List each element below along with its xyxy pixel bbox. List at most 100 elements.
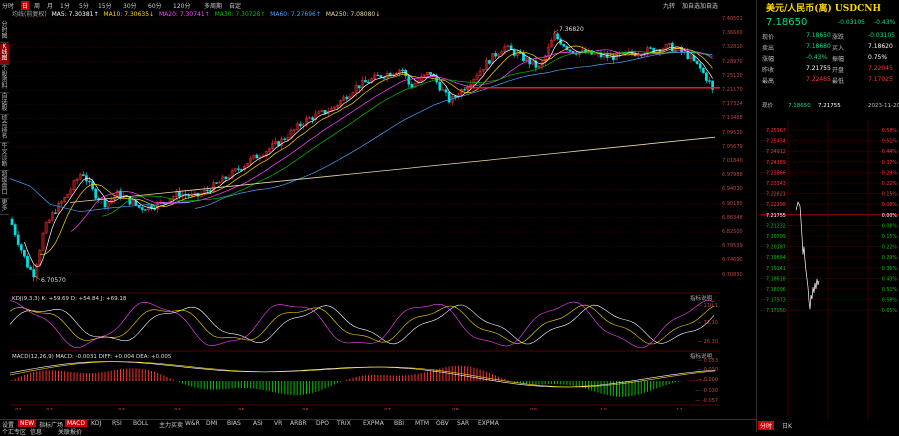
mini-right-tick: 0.00% bbox=[882, 213, 898, 219]
candle-body bbox=[379, 75, 383, 78]
price-tick: 6.74690 bbox=[722, 257, 743, 264]
indicator-tab-1[interactable]: NEW bbox=[18, 420, 37, 427]
price-change-pct: -0.43% bbox=[874, 19, 896, 26]
mini-right-tick: 0.15% bbox=[882, 234, 898, 240]
quote-cell: -0.03105 bbox=[868, 32, 895, 39]
indicator-tab-15[interactable]: TRIX bbox=[337, 420, 351, 427]
quote-cell: 开盘 bbox=[832, 67, 845, 74]
period-tab-9[interactable]: 120分 bbox=[173, 1, 190, 10]
kdj-line-2 bbox=[9, 300, 715, 349]
mini-left-tick: 7.24912 bbox=[766, 149, 786, 155]
quote-cell: 最高 bbox=[762, 78, 775, 85]
period-toolbar: 分时日周月 1分 5分 15分 30分 60分 120分 多周期 自定 九转 加自选 加自选 bbox=[0, 0, 740, 10]
candle-body bbox=[367, 81, 370, 84]
period-tab-5[interactable]: 5分 bbox=[79, 1, 89, 10]
quote-cell: 7.18680 bbox=[806, 43, 831, 50]
x-axis-month: 05 bbox=[238, 408, 245, 410]
indicator-tab-16[interactable]: EXPMA bbox=[363, 420, 384, 427]
period-tab-6[interactable]: 15分 bbox=[98, 1, 112, 10]
candle-body bbox=[528, 57, 532, 65]
candle-body bbox=[509, 45, 513, 50]
ma-legend-item: MA10: 7.30635↓ bbox=[101, 11, 155, 18]
indicator-tab-5[interactable]: RSI bbox=[112, 420, 122, 427]
left-tab-0[interactable]: 分时图 bbox=[0, 22, 9, 43]
intraday-svg: 现价 7.18650 7.21755 2023-11-20 7.25967 0.58% 7.… bbox=[760, 102, 899, 420]
x-axis-month: 10 bbox=[600, 408, 607, 410]
left-tab-6[interactable]: 超级盘口 bbox=[0, 172, 9, 199]
indicator-tab-7[interactable]: 主力买卖 bbox=[159, 420, 183, 429]
toolbar-right-0[interactable]: 九转 bbox=[663, 1, 675, 10]
candle-body bbox=[382, 77, 386, 79]
indicator-tab-9[interactable]: DMI bbox=[206, 420, 218, 427]
period-tab-3[interactable]: 月 bbox=[47, 1, 53, 10]
quote-cell: -0.43% bbox=[806, 54, 828, 61]
ma-line-10 bbox=[39, 45, 713, 256]
right-tab-0[interactable]: 分时 bbox=[758, 421, 775, 430]
ma-line-60-early bbox=[9, 178, 191, 213]
chart-area[interactable]: 7.36820 6.70570 KDJ(9,3,3) K: +59.69 D: +5… bbox=[9, 10, 720, 414]
price-tick: 7.40501 bbox=[722, 16, 743, 22]
kdj-tick: — 72.10 bbox=[697, 320, 718, 326]
indicator-tab-21[interactable]: EXPMA bbox=[478, 420, 499, 427]
quote-cell: 7.22465 bbox=[806, 76, 831, 83]
macd-dea-line bbox=[9, 361, 716, 388]
period-tab-11[interactable]: 自定 bbox=[229, 1, 241, 10]
indicator-tab-12[interactable]: VR bbox=[274, 420, 282, 427]
candlesticks bbox=[10, 29, 714, 282]
mini-right-tick: 0.36% bbox=[882, 266, 898, 272]
x-axis-month: 11 bbox=[676, 408, 683, 410]
indicator-tab-bar: 设置 NEW 指标广场 MACD KDJ RSI BOLL 主力买卖 W&R DMI BIAS ASI… bbox=[0, 419, 756, 436]
macd-tick: — 0.053 bbox=[697, 358, 718, 364]
macd-tick: — -0.030 bbox=[695, 388, 718, 394]
kdj-tick: — 26.30 bbox=[697, 339, 718, 345]
mini-left-tick: 7.20709 bbox=[766, 234, 786, 240]
candle-body bbox=[429, 71, 432, 75]
period-tab-0[interactable]: 分时 bbox=[2, 1, 14, 10]
mini-left-tick: 7.25967 bbox=[766, 128, 786, 134]
indicator-tab-17[interactable]: BBI bbox=[394, 420, 404, 427]
period-tab-10[interactable]: 多周期 bbox=[204, 1, 222, 10]
mini-right-tick: 0.43% bbox=[882, 276, 898, 282]
candle-body bbox=[568, 49, 572, 52]
indicator-tab-8[interactable]: W&R bbox=[185, 420, 200, 427]
right-tab-1[interactable]: 日K bbox=[782, 421, 792, 430]
left-tab-2[interactable]: 个股资料 bbox=[0, 66, 9, 93]
toolbar-right-1[interactable]: 加自选 bbox=[682, 1, 700, 10]
quote-cell: 7.17025 bbox=[868, 76, 893, 83]
price-tick: 6.82500 bbox=[722, 229, 743, 235]
intraday-mini-chart[interactable]: 现价 7.18650 7.21755 2023-11-20 7.25967 0.58% 7.… bbox=[760, 100, 899, 420]
x-axis-month: 09 bbox=[530, 408, 537, 410]
left-tab-5[interactable]: 牛叉诊断 bbox=[0, 144, 9, 171]
price-tick: 7.09520 bbox=[722, 129, 743, 136]
left-tab-7[interactable]: 更多 bbox=[0, 200, 9, 215]
mini-left-tick: 7.24389 bbox=[766, 160, 786, 166]
panel-divider bbox=[756, 0, 757, 432]
candle-body bbox=[562, 43, 566, 47]
candle-body bbox=[10, 218, 14, 225]
indicator-tab-11[interactable]: ASI bbox=[253, 420, 263, 427]
price-tick: 6.97988 bbox=[722, 172, 743, 179]
left-tab-4[interactable]: 综合排名 bbox=[0, 116, 9, 143]
period-tab-8[interactable]: 60分 bbox=[148, 1, 162, 10]
period-tab-1[interactable]: 日 bbox=[21, 1, 30, 10]
indicator-tab-20[interactable]: SAR bbox=[457, 420, 469, 427]
period-tab-7[interactable]: 30分 bbox=[123, 1, 137, 10]
indicator-tab-3[interactable]: MACD bbox=[65, 420, 87, 427]
period-tab-2[interactable]: 周 bbox=[34, 1, 40, 10]
left-tab-3[interactable]: 自选股 bbox=[0, 94, 9, 115]
indicator-tab-10[interactable]: BIAS bbox=[227, 420, 241, 427]
mini-left-tick: 7.22821 bbox=[766, 192, 786, 198]
candle-body bbox=[410, 84, 414, 88]
period-tab-4[interactable]: 1分 bbox=[60, 1, 70, 10]
indicator-tab-13[interactable]: ARBR bbox=[290, 420, 307, 427]
indicator-tab-6[interactable]: BOLL bbox=[133, 420, 148, 427]
indicator-tab-14[interactable]: DPO bbox=[316, 420, 329, 427]
mini-right-tick: 0.08% bbox=[882, 223, 898, 229]
left-tab-1[interactable]: K线图 bbox=[0, 44, 9, 65]
low-annotation: 6.70570 bbox=[41, 277, 66, 284]
indicator-tab-4[interactable]: KDJ bbox=[91, 420, 101, 427]
indicator-tab-18[interactable]: MTM bbox=[415, 420, 429, 427]
indicator-tab-19[interactable]: OBV bbox=[436, 420, 449, 427]
ma-legend-item: MA30: 7.30728↑ bbox=[212, 11, 266, 18]
toolbar-right-2[interactable]: 加自选 bbox=[700, 1, 718, 10]
